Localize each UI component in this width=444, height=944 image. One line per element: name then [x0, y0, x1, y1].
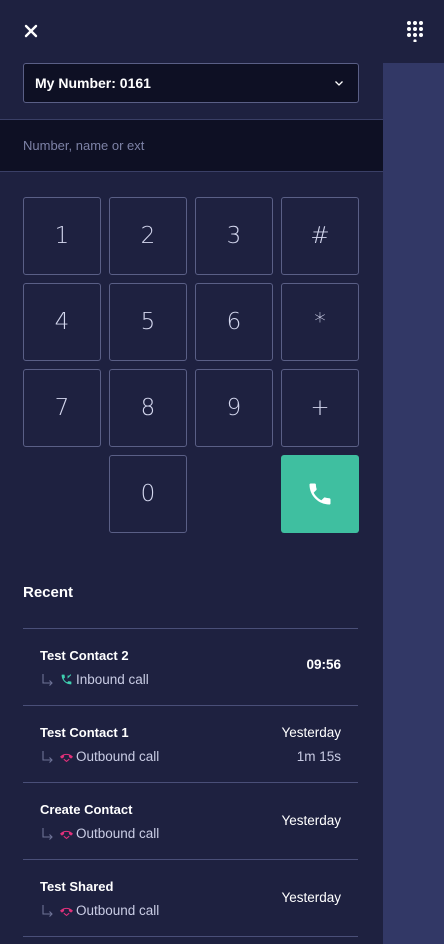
sub-arrow-icon [42, 827, 53, 840]
contact-name: Test Contact 1 [40, 725, 129, 740]
call-type-row: Outbound call [40, 826, 159, 841]
call-time: Yesterday [281, 725, 341, 740]
recent-call-item[interactable]: Test Contact 1 Outbound call Yesterday 1… [23, 705, 358, 782]
recent-call-item[interactable]: Test Shared Outbound call Yesterday [23, 859, 358, 936]
recent-call-item[interactable]: Test Contact 2 Inbound call 09:56 [23, 628, 358, 705]
call-type-label: Outbound call [76, 826, 160, 841]
my-number-select[interactable]: My Number: 0161 [23, 63, 359, 103]
call-time: Yesterday [281, 813, 341, 828]
search-box [0, 119, 383, 172]
phone-icon [309, 483, 331, 505]
sub-arrow-icon [42, 750, 53, 763]
chevron-down-icon [335, 81, 343, 86]
dialpad-icon [407, 21, 423, 43]
call-time: Yesterday [281, 890, 341, 905]
call-type-label: Outbound call [76, 903, 160, 918]
dialer-panel: My Number: 0161 1 2 3 # 4 5 6 * 7 8 9 + … [0, 0, 383, 944]
call-duration: 1m 15s [296, 749, 341, 764]
outbound-call-icon [60, 830, 73, 840]
recent-call-item[interactable]: Create Contact Outbound call Yesterday [23, 782, 358, 859]
side-strip [383, 63, 444, 944]
key-plus[interactable]: + [281, 369, 359, 447]
call-type-row: Outbound call [40, 903, 159, 918]
key-5[interactable]: 5 [109, 283, 187, 361]
contact-name: Create Contact [40, 802, 133, 817]
recent-calls-list: Test Contact 2 Inbound call 09:56 Test C… [23, 628, 358, 937]
outbound-call-icon [60, 753, 73, 763]
key-6[interactable]: 6 [195, 283, 273, 361]
call-time: 09:56 [306, 657, 341, 672]
call-type-label: Outbound call [76, 749, 160, 764]
dialpad-toggle-button[interactable] [404, 20, 426, 43]
sub-arrow-icon [42, 904, 53, 917]
close-icon [24, 24, 38, 38]
inbound-call-icon [61, 674, 72, 685]
search-input[interactable] [0, 120, 383, 171]
outbound-call-icon [60, 907, 73, 917]
sub-arrow-icon [42, 673, 53, 686]
contact-name: Test Contact 2 [40, 648, 129, 663]
key-3[interactable]: 3 [195, 197, 273, 275]
call-button[interactable] [281, 455, 359, 533]
key-hash[interactable]: # [281, 197, 359, 275]
my-number-label: My Number: 0161 [35, 75, 151, 91]
contact-name: Test Shared [40, 879, 114, 894]
key-1[interactable]: 1 [23, 197, 101, 275]
key-8[interactable]: 8 [109, 369, 187, 447]
call-type-row: Outbound call [40, 749, 159, 764]
list-divider [23, 936, 358, 937]
call-type-label: Inbound call [76, 672, 149, 687]
key-2[interactable]: 2 [109, 197, 187, 275]
key-0[interactable]: 0 [109, 455, 187, 533]
key-4[interactable]: 4 [23, 283, 101, 361]
recent-heading: Recent [23, 584, 74, 601]
call-type-row: Inbound call [40, 672, 149, 687]
close-button[interactable] [21, 21, 41, 41]
key-7[interactable]: 7 [23, 369, 101, 447]
key-star[interactable]: * [281, 283, 359, 361]
key-9[interactable]: 9 [195, 369, 273, 447]
